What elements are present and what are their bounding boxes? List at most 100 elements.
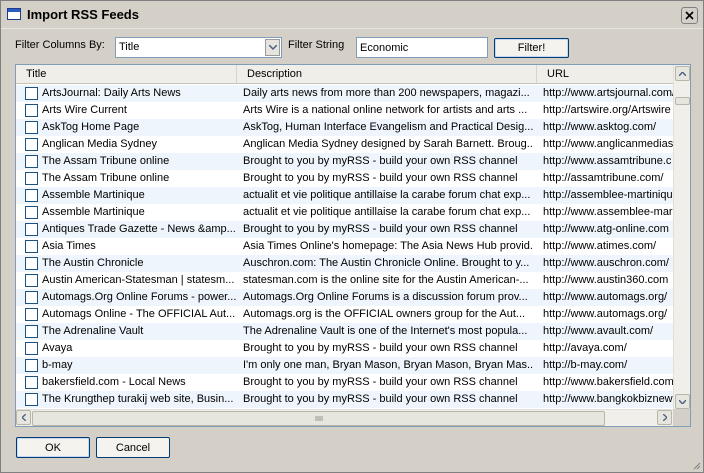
dropdown-arrow-button[interactable]	[265, 39, 280, 56]
cell-url: http://www.auschron.com/	[543, 257, 669, 269]
row-checkbox[interactable]	[25, 291, 38, 304]
cell-title: The Assam Tribune online	[42, 155, 170, 167]
cell-title: Automags.Org Online Forums - power...	[42, 291, 236, 303]
column-header-description[interactable]: Description	[237, 65, 537, 83]
cell-title: Avaya	[42, 342, 73, 354]
row-checkbox[interactable]	[25, 359, 38, 372]
filter-string-label: Filter String	[288, 39, 345, 51]
vertical-scrollbar[interactable]	[673, 65, 690, 410]
chevron-up-icon	[679, 71, 686, 76]
cancel-button[interactable]: Cancel	[96, 437, 170, 458]
row-checkbox[interactable]	[25, 155, 38, 168]
cell-title: The Krungthep turakij web site, Busin...	[42, 393, 234, 405]
horizontal-scrollbar[interactable]	[16, 409, 674, 426]
table-row[interactable]: Arts Wire Current Arts Wire is a national…	[16, 102, 674, 119]
row-checkbox[interactable]	[25, 138, 38, 151]
cell-description: actualit et vie politique antillaise la …	[243, 206, 531, 218]
filter-column-select[interactable]: Title	[115, 37, 282, 58]
cell-url: http://www.atg-online.com	[543, 223, 669, 235]
row-checkbox[interactable]	[25, 121, 38, 134]
row-checkbox[interactable]	[25, 189, 38, 202]
cell-description: Arts Wire is a national online network f…	[243, 104, 528, 116]
table-row[interactable]: Asia Times Asia Times Online's homepage: …	[16, 238, 674, 255]
horizontal-scroll-thumb[interactable]	[32, 411, 605, 426]
table-row[interactable]: Automags Online - The OFFICIAL Aut... Aut…	[16, 306, 674, 323]
table-body: ArtsJournal: Daily Arts News Daily arts n…	[16, 85, 674, 409]
filter-button[interactable]: Filter!	[494, 38, 569, 58]
cell-title: The Austin Chronicle	[42, 257, 144, 269]
close-button[interactable]	[681, 7, 698, 24]
cell-description: AskTog, Human Interface Evangelism and P…	[243, 121, 533, 133]
filter-columns-label: Filter Columns By:	[15, 39, 105, 51]
table-row[interactable]: b-may I'm only one man, Bryan Mason, Brya…	[16, 357, 674, 374]
vertical-scroll-thumb[interactable]	[675, 97, 690, 105]
row-checkbox[interactable]	[25, 87, 38, 100]
row-checkbox[interactable]	[25, 206, 38, 219]
scroll-left-button[interactable]	[16, 410, 31, 425]
row-checkbox[interactable]	[25, 342, 38, 355]
cell-title: Arts Wire Current	[42, 104, 127, 116]
row-checkbox[interactable]	[25, 240, 38, 253]
scroll-down-button[interactable]	[675, 394, 690, 409]
filter-column-value: Title	[119, 41, 140, 53]
row-checkbox[interactable]	[25, 274, 38, 287]
row-checkbox[interactable]	[25, 393, 38, 406]
cell-title: Automags Online - The OFFICIAL Aut...	[42, 308, 236, 320]
table-row[interactable]: ArtsJournal: Daily Arts News Daily arts n…	[16, 85, 674, 102]
cell-url: http://www.assemblee-mar	[543, 206, 673, 218]
cell-url: http://b-may.com/	[543, 359, 628, 371]
scroll-up-button[interactable]	[675, 66, 690, 81]
resize-grip-icon[interactable]	[691, 460, 701, 470]
ok-button[interactable]: OK	[16, 437, 90, 458]
cell-url: http://www.austin360.com	[543, 274, 669, 286]
table-row[interactable]: Assemble Martinique actualit et vie polit…	[16, 187, 674, 204]
cell-title: Assemble Martinique	[42, 189, 145, 201]
cell-title: The Assam Tribune online	[42, 172, 170, 184]
table-row[interactable]: AskTog Home Page AskTog, Human Interface …	[16, 119, 674, 136]
table-row[interactable]: Anglican Media Sydney Anglican Media Sydn…	[16, 136, 674, 153]
cell-description: Automags.org is the OFFICIAL owners grou…	[243, 308, 526, 320]
chevron-left-icon	[21, 414, 26, 421]
feeds-table: Title Description URL ArtsJournal: Daily…	[15, 64, 691, 427]
row-checkbox[interactable]	[25, 257, 38, 270]
row-checkbox[interactable]	[25, 308, 38, 321]
cell-description: Brought to you by myRSS - build your own…	[243, 376, 518, 388]
title-bar[interactable]: Import RSS Feeds	[1, 1, 703, 29]
cell-title: bakersfield.com - Local News	[42, 376, 186, 388]
row-checkbox[interactable]	[25, 172, 38, 185]
table-row[interactable]: The Austin Chronicle Auschron.com: The Au…	[16, 255, 674, 272]
table-row[interactable]: Automags.Org Online Forums - power... Aut…	[16, 289, 674, 306]
cell-url: http://www.atimes.com/	[543, 240, 657, 252]
chevron-down-icon	[268, 45, 277, 50]
column-header-title[interactable]: Title	[16, 65, 237, 83]
import-rss-dialog: Import RSS Feeds Filter Columns By: Titl…	[0, 0, 704, 473]
table-row[interactable]: The Assam Tribune online Brought to you b…	[16, 153, 674, 170]
table-row[interactable]: The Adrenaline Vault The Adrenaline Vault…	[16, 323, 674, 340]
table-row[interactable]: The Krungthep turakij web site, Busin...…	[16, 391, 674, 408]
cell-url: http://avaya.com/	[543, 342, 627, 354]
table-row[interactable]: Austin American-Statesman | statesm... st…	[16, 272, 674, 289]
filter-string-input[interactable]	[356, 37, 488, 58]
table-row[interactable]: The Assam Tribune online Brought to you b…	[16, 170, 674, 187]
cell-description: Brought to you by myRSS - build your own…	[243, 223, 518, 235]
cell-description: Brought to you by myRSS - build your own…	[243, 393, 518, 405]
cell-url: http://www.anglicanmedias	[543, 138, 674, 150]
cell-title: AskTog Home Page	[42, 121, 140, 133]
column-header-url[interactable]: URL	[537, 65, 674, 83]
table-row[interactable]: Avaya Brought to you by myRSS - build you…	[16, 340, 674, 357]
cell-description: Daily arts news from more than 200 newsp…	[243, 87, 530, 99]
cell-url: http://www.avault.com/	[543, 325, 654, 337]
row-checkbox[interactable]	[25, 223, 38, 236]
cell-title: Asia Times	[42, 240, 96, 252]
table-row[interactable]: Antiques Trade Gazette - News &amp... Bro…	[16, 221, 674, 238]
cell-url: http://www.assamtribune.c	[543, 155, 672, 167]
row-checkbox[interactable]	[25, 376, 38, 389]
table-row[interactable]: bakersfield.com - Local News Brought to y…	[16, 374, 674, 391]
scroll-right-button[interactable]	[657, 410, 672, 425]
row-checkbox[interactable]	[25, 104, 38, 117]
table-row[interactable]: Assemble Martinique actualit et vie polit…	[16, 204, 674, 221]
cell-title: b-may	[42, 359, 73, 371]
close-icon	[685, 11, 694, 20]
row-checkbox[interactable]	[25, 325, 38, 338]
cell-description: Anglican Media Sydney designed by Sarah …	[243, 138, 533, 150]
